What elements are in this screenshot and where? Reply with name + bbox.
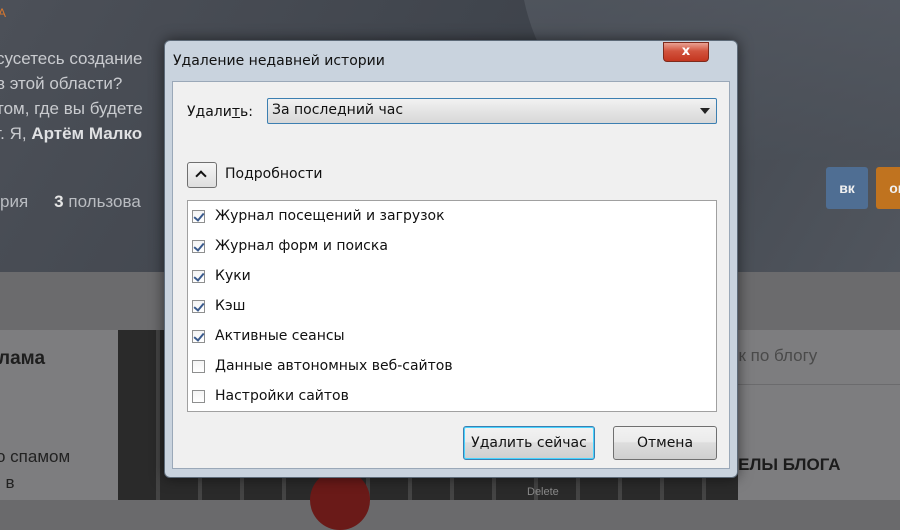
details-label: Подробности [225,166,323,182]
sidebar-divider [738,384,900,385]
time-range-label: Удалить: [187,104,253,120]
history-item-cookies[interactable]: Куки [192,265,251,287]
chevron-down-icon [700,108,710,114]
hero-line: сусетесь создание [0,49,143,68]
author-name: Артём Малко [31,124,143,143]
hero-intro: сусетесь создание в этой области? том, г… [0,46,143,146]
time-range-label-end: ь: [240,104,253,120]
time-range-value: За последний час [272,102,404,118]
site-brand: A [0,6,7,20]
close-button[interactable]: x [663,42,709,62]
dialog-titlebar[interactable]: Удаление недавней истории x [165,41,737,81]
history-item-offline-data[interactable]: Данные автономных веб-сайтов [192,355,453,377]
site-stats: рия 3 пользова [0,192,141,212]
item-label: Настройки сайтов [215,388,349,404]
blog-search-input[interactable]: ск по блогу [730,346,817,366]
checkbox[interactable] [192,359,205,373]
history-item-browsing-downloads[interactable]: Журнал посещений и загрузок [192,205,445,227]
dialog-title: Удаление недавней истории [173,53,385,69]
ok-share-button[interactable]: ок [876,167,900,209]
time-range-select[interactable]: За последний час [267,98,717,124]
cancel-button[interactable]: Отмена [613,426,717,460]
item-label: Кэш [215,298,246,314]
post-excerpt: о спамом , в [0,444,70,496]
clear-now-button[interactable]: Удалить сейчас [463,426,595,460]
item-label: Журнал посещений и загрузок [215,208,445,224]
checkbox[interactable] [192,209,205,223]
sidebar-sections-title: ДЕЛЫ БЛОГА [726,455,841,474]
checkbox[interactable] [192,299,205,313]
stats-label: рия [0,192,29,211]
history-item-active-sessions[interactable]: Активные сеансы [192,325,345,347]
chevron-up-icon [195,170,207,182]
post-excerpt-line: о спамом [0,447,71,466]
checkbox[interactable] [192,329,205,343]
hero-line-prefix: г. Я, [0,124,27,143]
hero-line: том, где вы будете [0,99,143,118]
checkbox[interactable] [192,269,205,283]
clear-history-dialog: Удаление недавней истории x Удалить: За … [164,40,738,478]
checkbox[interactable] [192,239,205,253]
item-label: Активные сеансы [215,328,345,344]
time-range-label-accelerator: т [231,104,240,120]
stats-suffix: пользова [68,192,141,211]
item-label: Куки [215,268,251,284]
item-label: Журнал форм и поиска [215,238,388,254]
history-items-list: Журнал посещений и загрузок Журнал форм … [187,200,717,412]
history-item-cache[interactable]: Кэш [192,295,245,317]
history-item-site-settings[interactable]: Настройки сайтов [192,385,349,407]
vk-share-button[interactable]: вк [826,167,868,209]
red-key-image [310,470,370,530]
hero-line: в этой области? [0,74,123,93]
item-label: Данные автономных веб-сайтов [215,358,453,374]
hero-line: г. Я, Артём Малко [0,121,143,146]
history-item-forms-search[interactable]: Журнал форм и поиска [192,235,388,257]
dialog-body: Удалить: За последний час Подробности Жу… [172,81,730,469]
details-toggle-button[interactable] [187,162,217,188]
delete-key-label: Delete [527,486,559,498]
checkbox[interactable] [192,389,205,403]
stats-count: 3 [54,192,64,211]
post-excerpt-line: , в [0,473,15,492]
close-icon: x [681,44,691,59]
post-title[interactable]: лама [0,348,45,370]
time-range-label-start: Удали [187,104,232,120]
